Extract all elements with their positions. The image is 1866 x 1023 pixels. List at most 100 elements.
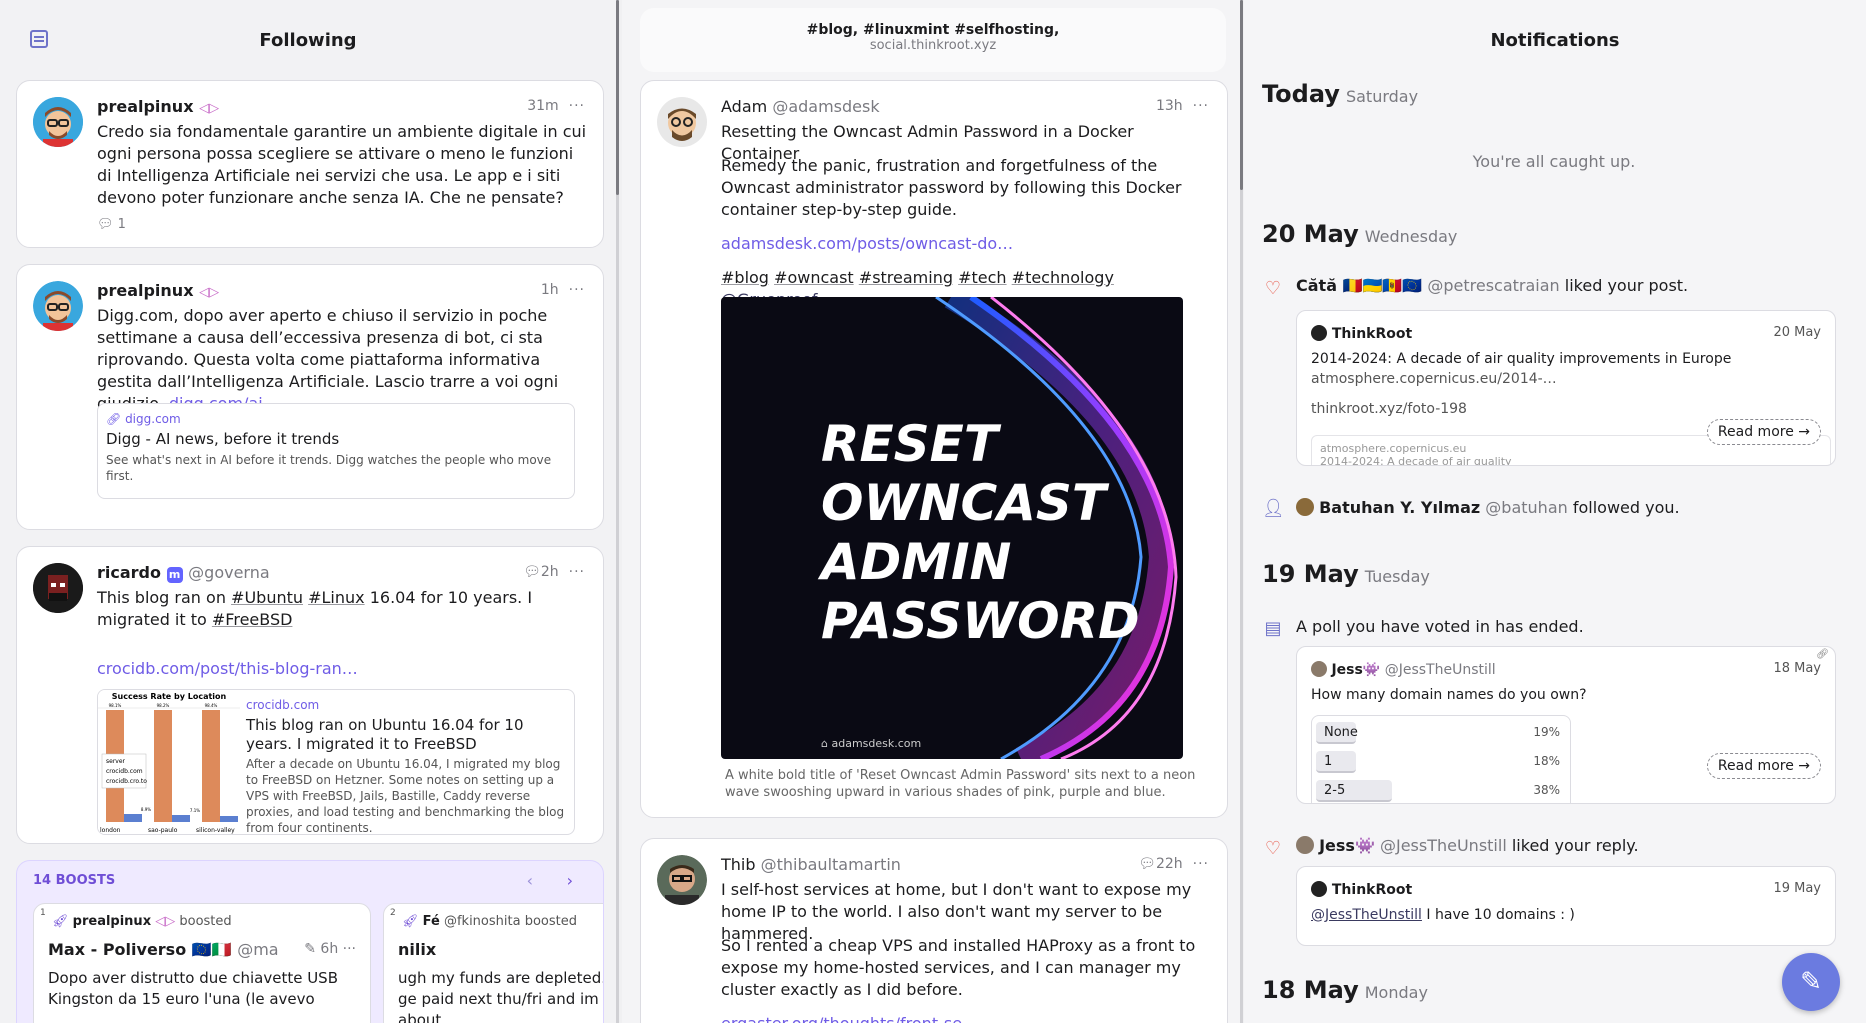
quoted-text: @JessTheUnstill I have 10 domains : ): [1311, 907, 1575, 923]
day-heading: 18 May Monday: [1262, 976, 1428, 1004]
notification-text[interactable]: Cătă 🇷🇴🇺🇦🇲🇩🇪🇺 @petrescatraian liked your…: [1296, 276, 1688, 295]
avatar-image: [657, 855, 707, 905]
boost-author[interactable]: nilix: [398, 940, 436, 959]
hashtag-link[interactable]: #owncast: [774, 268, 854, 287]
boost-text: ugh my funds are depleted. ge paid next …: [398, 969, 604, 1023]
more-options-icon[interactable]: ···: [569, 98, 585, 114]
post-text: Remedy the panic, frustration and forget…: [721, 156, 1182, 219]
mention-link[interactable]: @JessTheUnstill: [1311, 907, 1422, 923]
notification-text[interactable]: Jess👾 @JessTheUnstill liked your reply.: [1296, 836, 1639, 855]
scrollbar[interactable]: [616, 0, 619, 195]
hashtag-link[interactable]: #blog: [721, 268, 769, 287]
post-author[interactable]: Adam @adamsdesk: [721, 97, 880, 116]
hashtag-link[interactable]: #tech: [958, 268, 1006, 287]
post-author[interactable]: prealpinux ◁▷: [97, 281, 219, 300]
quoted-post[interactable]: ThinkRoot 20 May 2014-2024: A decade of …: [1296, 310, 1836, 466]
poll-option: 2-5 38%: [1316, 780, 1566, 802]
more-options-icon[interactable]: ···: [343, 941, 356, 957]
hashtag-column: #blog, #linuxmint #selfhosting, social.t…: [622, 0, 1240, 1023]
link-preview-card[interactable]: Success Rate by Location 98.1% 98.2% 98.…: [97, 689, 575, 835]
carousel-next-icon[interactable]: ›: [567, 871, 573, 890]
more-options-icon[interactable]: ···: [569, 282, 585, 298]
following-title: Following: [259, 29, 357, 51]
svg-text:crocidb.cro.to: crocidb.cro.to: [106, 778, 147, 785]
boost-card[interactable]: 2 🚀︎ Fé @fkinoshita boosted nilix ugh my…: [383, 903, 604, 1023]
post-time: 13h ···: [1155, 98, 1209, 114]
quoted-post[interactable]: ThinkRoot 19 May @JessTheUnstill I have …: [1296, 866, 1836, 946]
avatar: [1311, 661, 1327, 677]
quoted-date: 20 May: [1773, 325, 1821, 340]
svg-text:98.4%: 98.4%: [205, 703, 218, 708]
quoted-link[interactable]: atmosphere.copernicus.eu/2014-…: [1311, 371, 1557, 387]
heart-icon: ♡: [1264, 838, 1282, 859]
post-card[interactable]: Adam @adamsdesk 13h ··· Resetting the Own…: [640, 80, 1228, 818]
hashtag-link[interactable]: #streaming: [859, 268, 953, 287]
avatar[interactable]: [33, 563, 83, 613]
avatar[interactable]: [657, 855, 707, 905]
hashtag-link[interactable]: #FreeBSD: [212, 610, 293, 629]
post-card[interactable]: prealpinux ◁▷ 1h ··· Digg.com, dopo aver …: [16, 264, 604, 530]
boost-index: 1: [40, 908, 46, 918]
quoted-post[interactable]: Jess👾 @JessTheUnstill 18 May 🔗︎ How many…: [1296, 646, 1836, 804]
svg-text:98.2%: 98.2%: [157, 703, 170, 708]
post-card[interactable]: Thib @thibaultamartin 💬︎22h ··· I self-ho…: [640, 838, 1228, 1023]
day-heading: 19 May Tuesday: [1262, 560, 1430, 588]
heart-icon: ♡: [1264, 278, 1282, 299]
mastodon-icon: m: [166, 567, 183, 583]
post-author[interactable]: Thib @thibaultamartin: [721, 855, 901, 874]
post-card[interactable]: prealpinux ◁▷ 31m ··· Credo sia fondament…: [16, 80, 604, 248]
post-author[interactable]: prealpinux ◁▷: [97, 97, 219, 116]
more-options-icon[interactable]: ···: [1193, 856, 1209, 872]
carousel-prev-icon[interactable]: ‹: [527, 871, 533, 890]
poll-option-label: 2-5: [1324, 783, 1346, 798]
post-link[interactable]: adamsdesk.com/posts/owncast-do…: [721, 233, 1013, 255]
image-caption: A white bold title of 'Reset Owncast Adm…: [725, 768, 1196, 800]
poll-option-label: None: [1324, 725, 1358, 740]
boost-index: 2: [390, 908, 396, 918]
caught-up-text: You're all caught up.: [1472, 152, 1636, 171]
poll-icon: ▤: [1264, 618, 1282, 639]
columns-menu-icon[interactable]: [30, 30, 48, 48]
read-more-button[interactable]: Read more →: [1706, 753, 1821, 779]
read-more-button[interactable]: Read more →: [1706, 419, 1821, 445]
avatar[interactable]: [657, 97, 707, 147]
avatar[interactable]: [33, 281, 83, 331]
notifications-header: Notifications: [1244, 0, 1866, 80]
post-link[interactable]: ergaster.org/thoughts/front-se…: [721, 1013, 978, 1023]
link-icon: 🔗︎: [106, 412, 122, 426]
avatar: [1296, 836, 1314, 854]
reply-count[interactable]: 💬︎ 1: [97, 217, 126, 232]
more-options-icon[interactable]: ···: [1193, 98, 1209, 114]
notification-text[interactable]: Batuhan Y. Yılmaz @batuhan followed you.: [1296, 498, 1680, 517]
notification-text[interactable]: A poll you have voted in has ended.: [1296, 617, 1584, 636]
boost-time: ✎ 6h ···: [304, 941, 356, 957]
reply-icon: 💬︎: [97, 217, 114, 232]
post-card[interactable]: ricardo m @governa 💬︎2h ··· This blog ran…: [16, 546, 604, 844]
hashtag-link[interactable]: #Ubuntu: [231, 588, 303, 607]
post-author[interactable]: ricardo m @governa: [97, 563, 270, 583]
quoted-link[interactable]: thinkroot.xyz/foto-198: [1311, 401, 1467, 417]
hashtag-link[interactable]: #technology: [1012, 268, 1114, 287]
link-title: Digg - AI news, before it trends: [106, 430, 340, 448]
post-image[interactable]: RESET OWNCAST ADMIN PASSWORD ⌂ adamsdesk…: [721, 297, 1183, 759]
avatar-image: [33, 97, 83, 147]
following-column: Following prealpinux ◁▷ 31m ··· Credo sia…: [0, 0, 616, 1023]
post-link[interactable]: crocidb.com/post/this-blog-ran…: [97, 659, 358, 678]
boost-author[interactable]: Max - Poliverso 🇪🇺🇮🇹 @ma: [48, 940, 279, 959]
scrollbar[interactable]: [1240, 0, 1243, 190]
following-header: Following: [0, 0, 616, 80]
poll-option-percent: 19%: [1533, 725, 1560, 739]
compose-button[interactable]: ✎: [1782, 953, 1840, 1011]
more-options-icon[interactable]: ···: [569, 564, 585, 580]
poll-option-percent: 38%: [1533, 783, 1560, 797]
rocket-icon: 🚀︎: [52, 914, 69, 929]
avatar[interactable]: [33, 97, 83, 147]
svg-text:98.1%: 98.1%: [109, 703, 122, 708]
link-title: This blog ran on Ubuntu 16.04 for 10 yea…: [246, 716, 524, 753]
boost-card[interactable]: 1 🚀︎ prealpinux ◁▷ boosted Max - Poliver…: [33, 903, 371, 1023]
bot-icon: ◁▷: [155, 914, 176, 929]
link-preview-card[interactable]: 🔗︎ digg.com Digg - AI news, before it tr…: [97, 403, 575, 499]
hashtag-link[interactable]: #Linux: [308, 588, 365, 607]
svg-text:london: london: [100, 827, 121, 834]
thumbnail-title: Success Rate by Location: [112, 692, 227, 701]
